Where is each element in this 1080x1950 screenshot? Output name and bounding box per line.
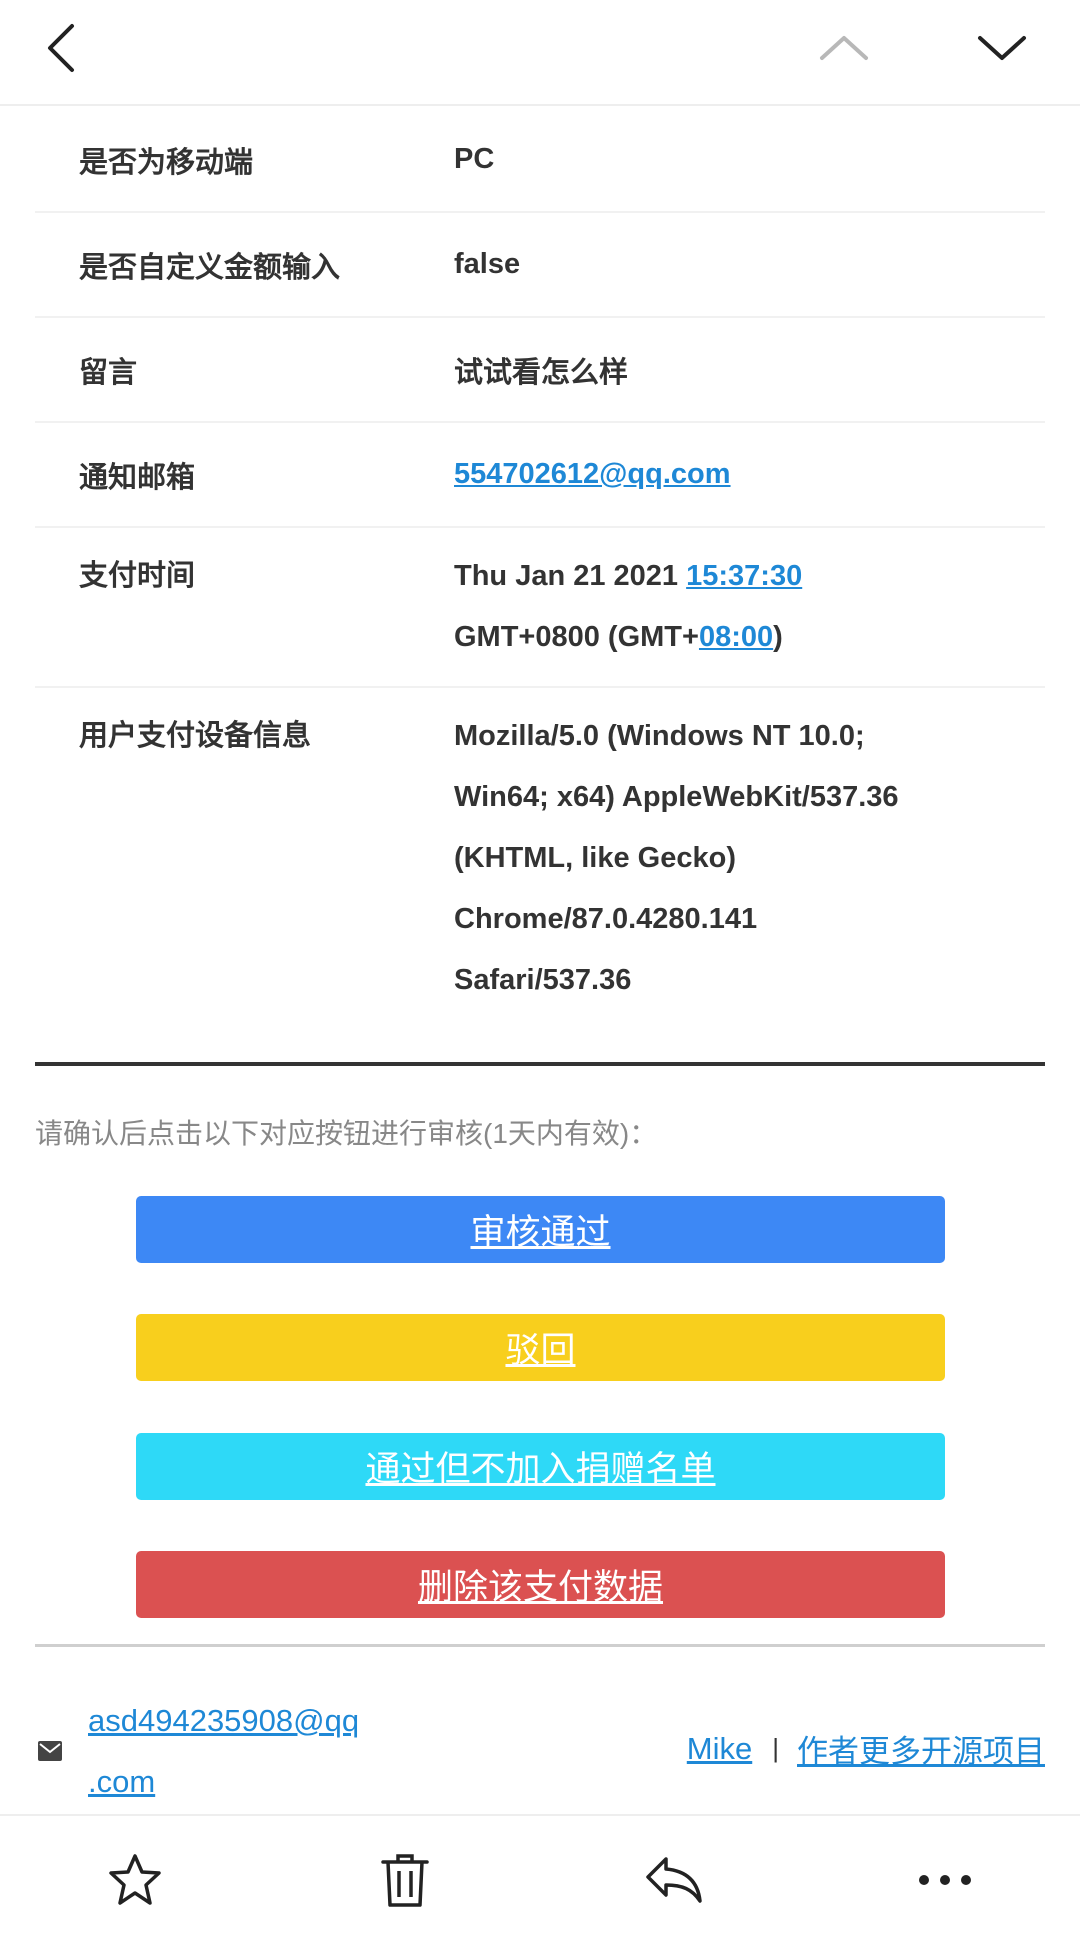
detail-row-message: 留言 试试看怎么样	[35, 318, 1045, 423]
footer-email-line[interactable]: asd494235908@qq	[88, 1690, 388, 1751]
confirm-instruction: 请确认后点击以下对应按钮进行审核(1天内有效)：	[35, 1118, 658, 1149]
device-line: (KHTML, like Gecko)	[454, 842, 736, 874]
approve-button[interactable]: 审核通过	[136, 1196, 945, 1263]
footer-divider	[35, 1644, 1045, 1647]
detail-label: 支付时间	[79, 560, 196, 592]
pass-without-donor-list-button[interactable]: 通过但不加入捐赠名单	[136, 1433, 945, 1500]
detail-value: 试试看怎么样	[454, 356, 629, 389]
delete-payment-button[interactable]: 删除该支付数据	[136, 1551, 945, 1618]
tz-prefix: GMT+0800 (GMT+	[454, 621, 699, 653]
down-chevron-icon[interactable]	[972, 18, 1032, 78]
mail-icon	[38, 1741, 62, 1761]
detail-value: false	[454, 248, 521, 280]
footer-email-link[interactable]: asd494235908@qq .com	[88, 1690, 388, 1812]
bottom-toolbar	[0, 1814, 1080, 1950]
detail-row-custom-amount: 是否自定义金额输入 false	[35, 213, 1045, 318]
device-line: Mozilla/5.0 (Windows NT 10.0;	[454, 720, 865, 752]
pay-date: Thu Jan 21 2021	[454, 560, 687, 592]
detail-row-device: 用户支付设备信息 Mozilla/5.0 (Windows NT 10.0; W…	[35, 688, 1045, 1029]
footer-links: Mike | 作者更多开源项目	[687, 1726, 1045, 1771]
trash-icon[interactable]	[373, 1848, 437, 1912]
detail-row-pay-time: 支付时间 Thu Jan 21 2021 15:37:30 GMT+0800 (…	[35, 528, 1045, 688]
link-separator: |	[772, 1733, 779, 1763]
reject-button[interactable]: 驳回	[136, 1314, 945, 1381]
section-divider	[35, 1062, 1045, 1066]
pay-time-value: Thu Jan 21 2021 15:37:30 GMT+0800 (GMT+0…	[454, 546, 1045, 668]
detail-label: 留言	[79, 356, 138, 389]
pay-time-link[interactable]: 15:37:30	[686, 560, 802, 592]
tz-offset-link[interactable]: 08:00	[699, 621, 773, 653]
detail-row-mobile: 是否为移动端 PC	[35, 108, 1045, 213]
tz-suffix: )	[773, 621, 783, 653]
detail-label: 是否自定义金额输入	[79, 251, 341, 284]
detail-value: PC	[454, 143, 495, 175]
detail-label: 通知邮箱	[79, 461, 196, 494]
detail-row-notify-email: 通知邮箱 554702612@qq.com	[35, 423, 1045, 528]
notify-email-link[interactable]: 554702612@qq.com	[454, 458, 731, 490]
reply-icon[interactable]	[642, 1848, 706, 1912]
payment-details-table: 是否为移动端 PC 是否自定义金额输入 false 留言 试试看怎么样 通知邮箱…	[35, 108, 1045, 1029]
device-line: Win64; x64) AppleWebKit/537.36	[454, 781, 899, 813]
more-icon[interactable]	[913, 1848, 977, 1912]
author-link[interactable]: Mike	[687, 1731, 752, 1767]
up-chevron-icon[interactable]	[814, 18, 874, 78]
device-line: Safari/537.36	[454, 964, 632, 996]
device-line: Chrome/87.0.4280.141	[454, 903, 758, 935]
more-projects-link[interactable]: 作者更多开源项目	[797, 1726, 1045, 1771]
footer-email-line[interactable]: .com	[88, 1751, 388, 1812]
back-chevron-icon[interactable]	[32, 18, 92, 78]
device-info-value: Mozilla/5.0 (Windows NT 10.0; Win64; x64…	[454, 706, 1045, 1011]
star-icon[interactable]	[103, 1848, 167, 1912]
top-nav-bar	[0, 0, 1080, 106]
detail-label: 是否为移动端	[79, 146, 254, 179]
detail-label: 用户支付设备信息	[79, 720, 312, 752]
